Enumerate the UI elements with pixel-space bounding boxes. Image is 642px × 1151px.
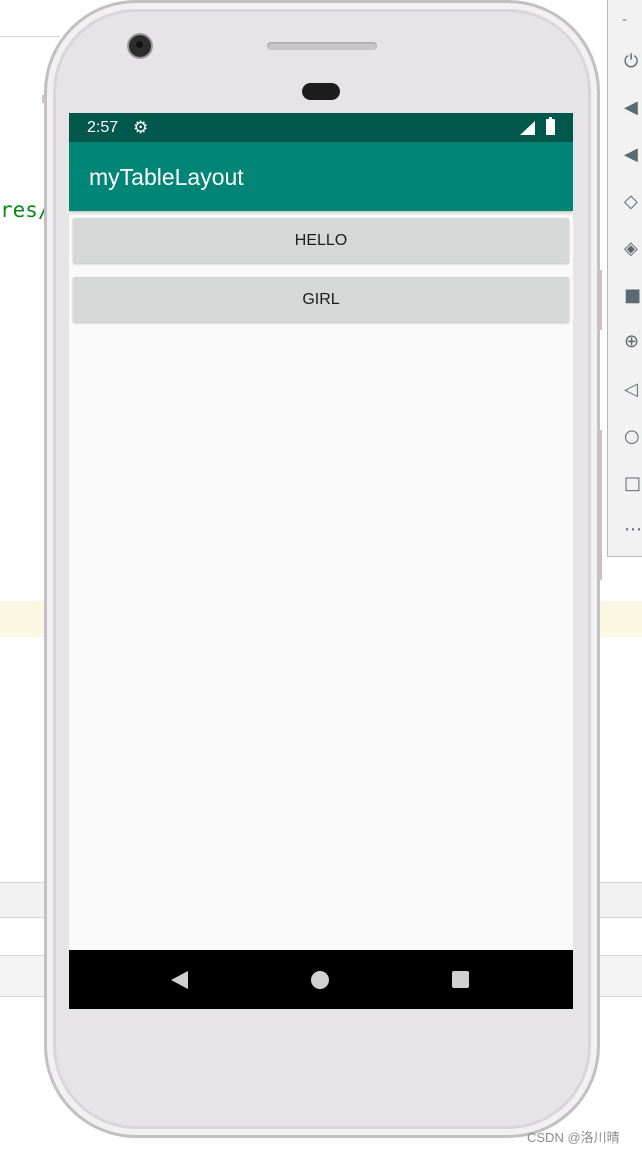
zoom-icon[interactable]: ⊕ bbox=[624, 330, 642, 354]
front-camera bbox=[129, 35, 151, 57]
navigation-bar bbox=[69, 950, 573, 1009]
watermark: CSDN @洛川晴 bbox=[527, 1130, 620, 1145]
phone-side-button-left bbox=[42, 95, 46, 103]
ide-code-fragment: res/ bbox=[0, 198, 51, 222]
rotate-left-icon[interactable]: ◇ bbox=[624, 190, 642, 214]
back-icon[interactable] bbox=[171, 971, 188, 989]
overview-icon[interactable]: □ bbox=[624, 472, 642, 496]
proximity-sensor bbox=[302, 83, 340, 100]
status-time: 2:57 bbox=[87, 119, 119, 136]
phone-side-button-upper bbox=[598, 270, 602, 330]
girl-button[interactable]: GIRL bbox=[73, 277, 569, 322]
app-title: myTableLayout bbox=[89, 164, 244, 190]
recents-icon[interactable] bbox=[452, 971, 469, 988]
more-icon[interactable]: ⋯ bbox=[624, 518, 642, 542]
hello-button[interactable]: HELLO bbox=[73, 218, 569, 263]
screenshot-icon[interactable]: ■ bbox=[624, 284, 642, 308]
emulator-toolbar: - ⏻ ◀ ◀ ◇ ◈ ■ ⊕ ◁ ○ □ ⋯ bbox=[607, 0, 642, 557]
home-icon[interactable] bbox=[311, 971, 329, 989]
app-bar: myTableLayout bbox=[69, 142, 573, 211]
device-screen: 2:57 ⚙ myTableLayout HELLO GIRL bbox=[69, 113, 573, 1009]
status-bar: 2:57 ⚙ bbox=[69, 113, 573, 142]
volume-down-icon[interactable]: ◀ bbox=[624, 143, 642, 167]
home-icon[interactable]: ○ bbox=[624, 425, 642, 449]
power-icon[interactable]: ⏻ bbox=[624, 50, 642, 74]
battery-icon bbox=[546, 117, 555, 135]
earpiece-speaker bbox=[267, 42, 377, 50]
phone-side-button-volume bbox=[598, 430, 602, 580]
signal-icon bbox=[520, 121, 535, 135]
rotate-right-icon[interactable]: ◈ bbox=[624, 237, 642, 261]
volume-up-icon[interactable]: ◀ bbox=[624, 96, 642, 120]
back-icon[interactable]: ◁ bbox=[624, 378, 642, 402]
gear-icon: ⚙ bbox=[133, 118, 149, 138]
ide-divider bbox=[0, 36, 60, 37]
minimize-button[interactable]: - bbox=[622, 8, 642, 32]
